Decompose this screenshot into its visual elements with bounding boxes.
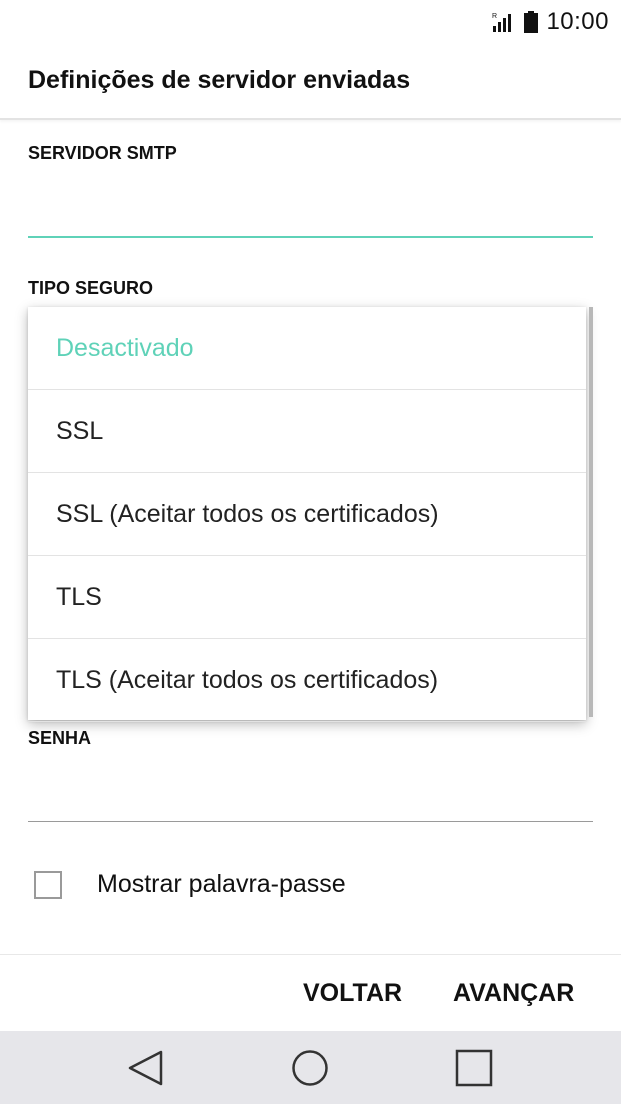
dropdown-option-ssl[interactable]: SSL xyxy=(28,390,586,473)
square-recent-icon[interactable] xyxy=(453,1047,495,1089)
page-title: Definições de servidor enviadas xyxy=(28,66,411,94)
signal-roaming-icon: R xyxy=(492,13,512,32)
triangle-back-icon[interactable] xyxy=(125,1047,167,1089)
battery-icon xyxy=(524,11,539,33)
button-bar: VOLTAR AVANÇAR xyxy=(0,954,621,1032)
status-indicators: R 10:00 xyxy=(492,8,609,36)
dropdown-option-desactivado[interactable]: Desactivado xyxy=(28,307,586,390)
status-bar: R 10:00 xyxy=(0,0,621,44)
next-button[interactable]: AVANÇAR xyxy=(453,979,574,1008)
password-underline xyxy=(28,821,593,822)
status-time: 10:00 xyxy=(546,8,609,35)
smtp-server-underline xyxy=(28,236,593,238)
smtp-server-input[interactable] xyxy=(28,190,593,230)
security-type-label: TIPO SEGURO xyxy=(28,278,154,298)
app-bar: Definições de servidor enviadas xyxy=(0,44,621,120)
smtp-server-label: SERVIDOR SMTP xyxy=(28,143,177,163)
show-password-checkbox[interactable] xyxy=(34,871,62,899)
dropdown-option-tls-accept-all[interactable]: TLS (Aceitar todos os certificados) xyxy=(28,639,586,722)
navigation-bar xyxy=(0,1031,621,1104)
dropdown-scrollbar[interactable] xyxy=(589,307,593,717)
dropdown-option-tls[interactable]: TLS xyxy=(28,556,586,639)
back-button[interactable]: VOLTAR xyxy=(303,979,402,1008)
password-input[interactable] xyxy=(28,775,593,815)
circle-home-icon[interactable] xyxy=(289,1047,331,1089)
password-label: SENHA xyxy=(28,728,92,748)
show-password-label[interactable]: Mostrar palavra-passe xyxy=(97,870,346,899)
dropdown-option-ssl-accept-all[interactable]: SSL (Aceitar todos os certificados) xyxy=(28,473,586,556)
security-type-dropdown: Desactivado SSL SSL (Aceitar todos os ce… xyxy=(28,307,593,722)
svg-text:R: R xyxy=(492,13,497,20)
